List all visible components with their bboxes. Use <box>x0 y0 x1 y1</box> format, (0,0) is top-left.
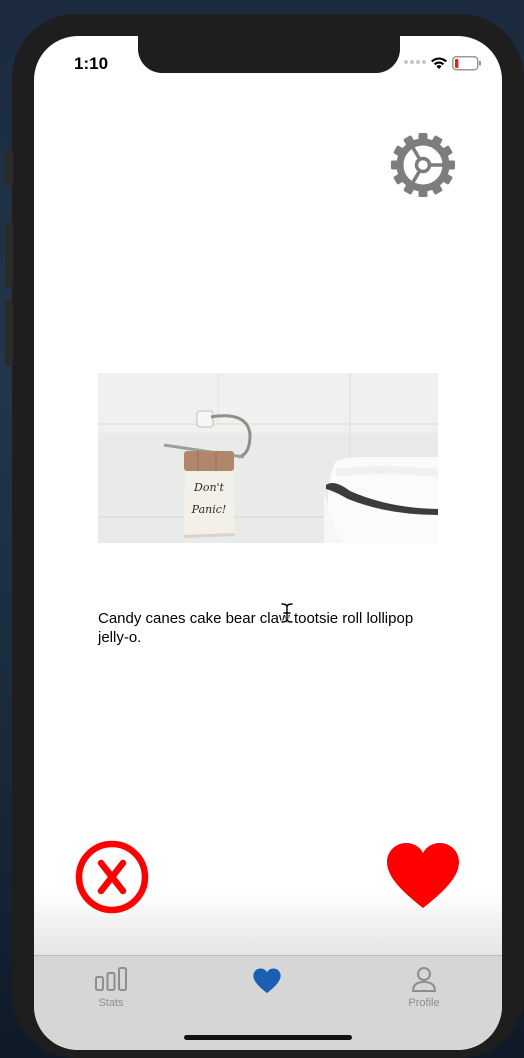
tab-favorites[interactable] <box>222 966 312 999</box>
status-time: 1:10 <box>74 54 109 73</box>
cellular-signal-icon <box>404 60 426 64</box>
device-volume-down <box>5 300 13 366</box>
reject-button[interactable] <box>75 840 149 914</box>
home-indicator <box>184 1035 352 1040</box>
person-icon <box>411 967 437 992</box>
x-circle-icon <box>75 840 149 914</box>
toilet-illustration <box>324 457 438 543</box>
heart-icon <box>253 968 281 994</box>
text-cursor-icon <box>280 602 294 624</box>
tab-stats[interactable]: Stats <box>66 966 156 1009</box>
tab-label-stats: Stats <box>98 997 124 1009</box>
wifi-icon <box>431 57 447 69</box>
bar-chart-icon <box>95 967 127 991</box>
note-text: Don't <box>193 481 225 494</box>
app-screen: 1:10 Don't Panic! Candy canes cake bear … <box>34 36 502 1050</box>
heart-icon <box>387 843 459 908</box>
device-side-button <box>5 150 13 186</box>
tab-label-profile: Profile <box>408 997 440 1009</box>
note-text-2: Panic! <box>191 503 227 516</box>
tab-profile[interactable]: Profile <box>379 966 469 1009</box>
battery-level <box>455 59 459 68</box>
battery-icon <box>452 56 481 71</box>
card-caption: Candy canes cake bear claw tootsie roll … <box>98 610 414 646</box>
card-photo: Don't Panic! <box>98 373 438 543</box>
toilet-paper-roll: Don't Panic! <box>184 451 235 538</box>
like-button[interactable] <box>386 842 460 910</box>
gear-icon[interactable] <box>390 132 456 198</box>
device-volume-up <box>5 222 13 288</box>
notch <box>138 36 400 73</box>
